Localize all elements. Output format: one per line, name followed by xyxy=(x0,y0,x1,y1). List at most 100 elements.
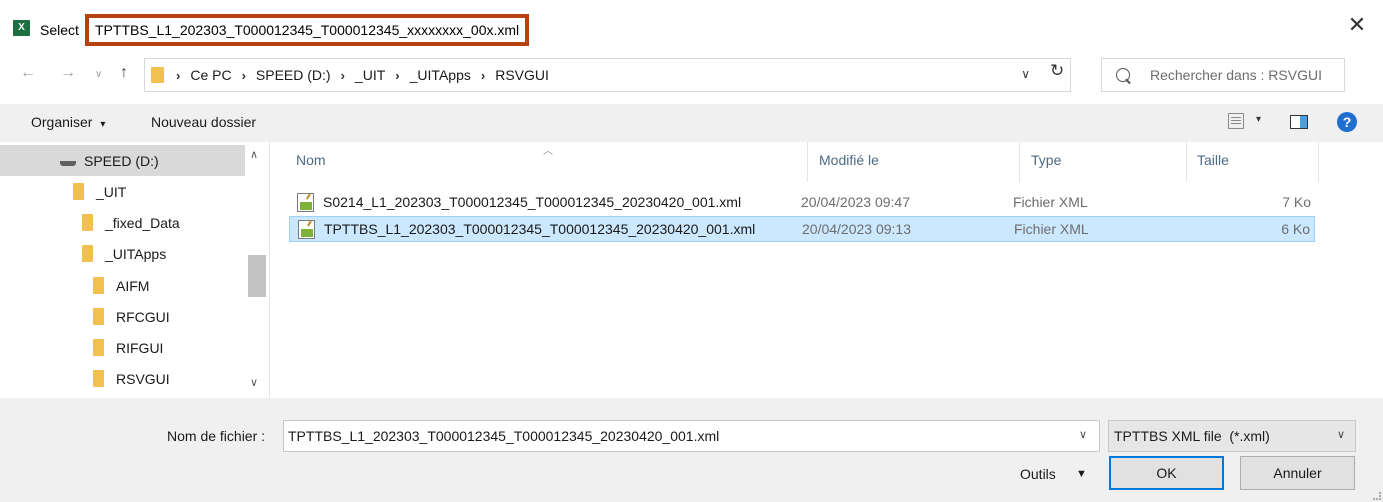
file-type-filter-value: TPTTBS XML file (*.xml) xyxy=(1114,428,1270,444)
command-bar: Organiser ▾ Nouveau dossier ▾ ? xyxy=(0,104,1383,142)
folder-icon xyxy=(93,339,104,356)
file-type-filter-select[interactable]: TPTTBS XML file (*.xml) ∨ xyxy=(1108,420,1356,452)
tools-arrow-icon[interactable]: ▼ xyxy=(1076,468,1087,480)
column-header-type[interactable]: Type xyxy=(1031,152,1061,168)
nav-item-rsvgui[interactable]: RSVGUI xyxy=(93,363,170,394)
file-name: S0214_L1_202303_T000012345_T000012345_20… xyxy=(323,194,742,210)
file-modified: 20/04/2023 09:47 xyxy=(801,194,910,210)
sort-caret-icon: ︿ xyxy=(543,146,553,157)
column-header-name[interactable]: Nom xyxy=(296,152,326,168)
dialog-footer: Nom de fichier : TPTTBS_L1_202303_T00001… xyxy=(0,398,1383,502)
folder-icon xyxy=(151,67,164,83)
file-row-selected[interactable]: TPTTBS_L1_202303_T000012345_T000012345_2… xyxy=(289,216,1315,242)
scroll-down-chevron-icon[interactable]: ∨ xyxy=(250,376,258,389)
breadcrumb-separator-icon[interactable]: › xyxy=(176,68,180,83)
organize-arrow-icon: ▾ xyxy=(100,119,106,130)
resize-grip[interactable] xyxy=(1373,492,1381,500)
filename-label: Nom de fichier : xyxy=(167,428,266,444)
breadcrumb-ce-pc[interactable]: Ce PC xyxy=(190,67,231,83)
folder-icon xyxy=(93,277,104,294)
forward-arrow-icon[interactable]: → xyxy=(60,64,76,82)
recent-locations-chevron-icon[interactable]: ∨ xyxy=(95,69,102,80)
breadcrumb-uitapps[interactable]: _UITApps xyxy=(410,67,471,83)
column-header-size[interactable]: Taille xyxy=(1197,152,1229,168)
ok-button[interactable]: OK xyxy=(1109,456,1224,490)
navigation-scrollbar[interactable]: ∧ ∨ xyxy=(245,142,267,398)
column-divider[interactable] xyxy=(1019,142,1020,182)
breadcrumb-rsvgui[interactable]: RSVGUI xyxy=(495,67,549,83)
xml-file-icon xyxy=(298,220,315,239)
nav-item-uitapps[interactable]: _UITApps xyxy=(82,238,166,269)
nav-item-label: AIFM xyxy=(116,277,150,294)
scrollbar-thumb[interactable] xyxy=(248,255,266,297)
file-size: 6 Ko xyxy=(1281,221,1310,237)
file-type: Fichier XML xyxy=(1013,194,1088,210)
refresh-icon[interactable]: ↻ xyxy=(1050,61,1064,81)
new-folder-button[interactable]: Nouveau dossier xyxy=(151,114,256,130)
nav-item-label: _fixed_Data xyxy=(105,214,180,231)
nav-item-label: RSVGUI xyxy=(116,370,170,387)
folder-icon xyxy=(82,245,93,262)
nav-item-label: SPEED (D:) xyxy=(84,152,159,169)
view-options-arrow-icon[interactable]: ▾ xyxy=(1256,114,1261,125)
excel-app-icon: X xyxy=(13,20,32,36)
change-view-icon[interactable] xyxy=(1228,113,1244,129)
help-icon[interactable]: ? xyxy=(1337,112,1357,132)
preview-pane-icon[interactable] xyxy=(1290,115,1308,129)
file-type: Fichier XML xyxy=(1014,221,1089,237)
column-divider[interactable] xyxy=(807,142,808,182)
navigation-pane: SPEED (D:) _UIT _fixed_Data _UITApps AIF… xyxy=(0,142,270,398)
column-header-modified[interactable]: Modifié le xyxy=(819,152,879,168)
breadcrumb-speed-drive[interactable]: SPEED (D:) xyxy=(256,67,331,83)
breadcrumb-separator-icon[interactable]: › xyxy=(395,68,399,83)
breadcrumb-separator-icon[interactable]: › xyxy=(242,68,246,83)
folder-icon xyxy=(93,370,104,387)
cancel-button[interactable]: Annuler xyxy=(1240,456,1355,490)
window-title-prefix: Select xyxy=(40,22,79,38)
folder-icon xyxy=(93,308,104,325)
nav-item-label: _UIT xyxy=(96,183,127,200)
organize-menu-button[interactable]: Organiser ▾ xyxy=(31,114,105,130)
column-divider[interactable] xyxy=(1318,142,1319,182)
up-arrow-icon[interactable]: ↑ xyxy=(120,64,128,82)
search-placeholder: Rechercher dans : RSVGUI xyxy=(1150,67,1322,83)
filter-dropdown-chevron-icon[interactable]: ∨ xyxy=(1337,428,1345,441)
filename-input[interactable]: TPTTBS_L1_202303_T000012345_T000012345_2… xyxy=(283,420,1100,452)
organize-label: Organiser xyxy=(31,114,93,130)
file-size: 7 Ko xyxy=(1282,194,1311,210)
folder-icon xyxy=(82,214,93,231)
breadcrumb-uit[interactable]: _UIT xyxy=(355,67,385,83)
xml-file-icon xyxy=(297,193,314,212)
nav-item-speed-drive[interactable]: SPEED (D:) xyxy=(0,145,245,176)
nav-item-label: RFCGUI xyxy=(116,308,170,325)
filename-dropdown-chevron-icon[interactable]: ∨ xyxy=(1079,428,1087,441)
scroll-up-chevron-icon[interactable]: ∧ xyxy=(250,148,258,161)
back-arrow-icon[interactable]: ← xyxy=(20,64,36,82)
nav-item-aifm[interactable]: AIFM xyxy=(93,270,149,301)
filename-value: TPTTBS_L1_202303_T000012345_T000012345_2… xyxy=(288,428,720,444)
nav-item-rfcgui[interactable]: RFCGUI xyxy=(93,301,170,332)
address-bar[interactable]: › Ce PC › SPEED (D:) › _UIT › _UITApps ›… xyxy=(144,58,1071,92)
search-icon xyxy=(1113,65,1133,85)
nav-item-label: RIFGUI xyxy=(116,339,164,356)
folder-icon xyxy=(73,183,84,200)
breadcrumb-separator-icon[interactable]: › xyxy=(341,68,345,83)
file-name: TPTTBS_L1_202303_T000012345_T000012345_2… xyxy=(324,221,756,237)
close-button[interactable]: ✕ xyxy=(1345,14,1369,38)
breadcrumb-separator-icon[interactable]: › xyxy=(481,68,485,83)
column-divider[interactable] xyxy=(1186,142,1187,182)
nav-item-label: _UITApps xyxy=(105,245,167,262)
nav-item-fixed-data[interactable]: _fixed_Data xyxy=(82,207,180,238)
tools-menu-button[interactable]: Outils xyxy=(1020,466,1056,482)
search-box[interactable]: Rechercher dans : RSVGUI xyxy=(1101,58,1345,92)
title-bar: X Select TPTTBS_L1_202303_T000012345_T00… xyxy=(0,0,1383,46)
file-modified: 20/04/2023 09:13 xyxy=(802,221,911,237)
drive-icon xyxy=(60,161,76,166)
file-list: ︿ Nom Modifié le Type Taille S0214_L1_20… xyxy=(271,142,1383,398)
file-row[interactable]: S0214_L1_202303_T000012345_T000012345_20… xyxy=(289,190,1315,216)
nav-item-uit[interactable]: _UIT xyxy=(73,176,126,207)
navigation-row: ← → ∨ ↑ › Ce PC › SPEED (D:) › _UIT › _U… xyxy=(0,52,1383,98)
address-dropdown-chevron-icon[interactable]: ∨ xyxy=(1021,67,1030,81)
nav-item-rifgui[interactable]: RIFGUI xyxy=(93,332,163,363)
window-title-highlighted: TPTTBS_L1_202303_T000012345_T000012345_x… xyxy=(85,14,530,46)
